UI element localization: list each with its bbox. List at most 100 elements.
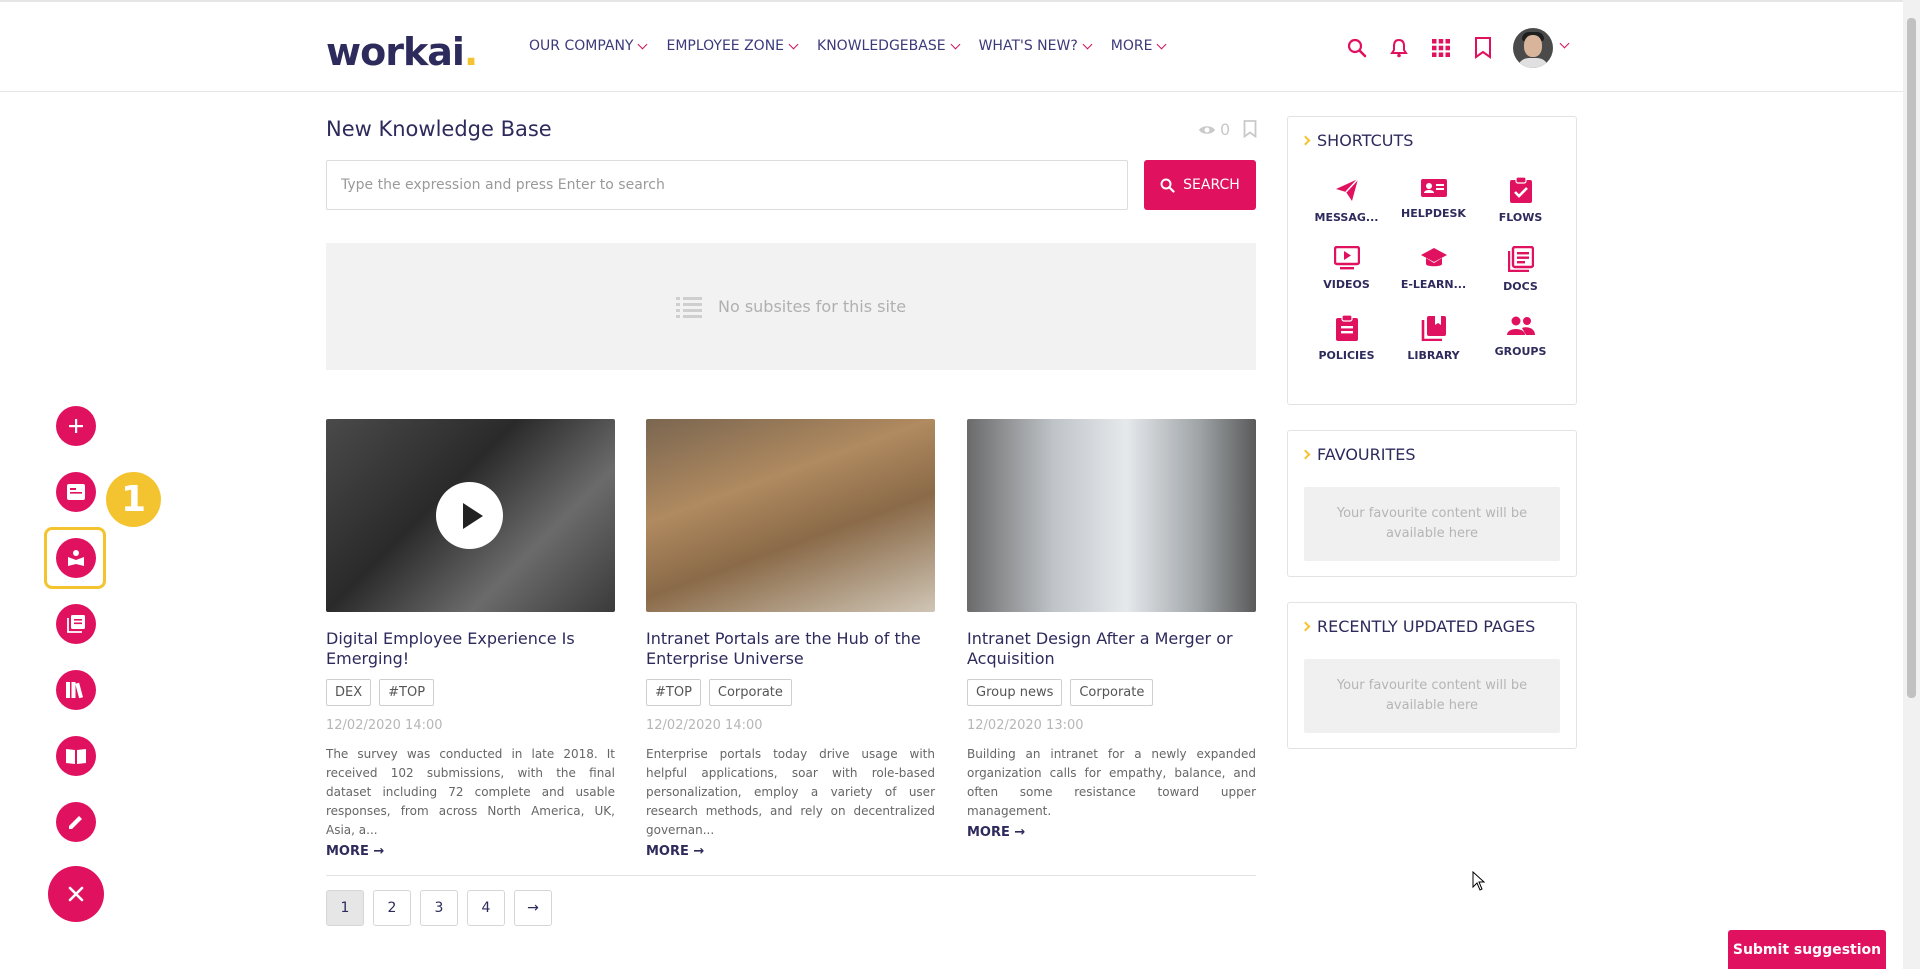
nav-employee-zone[interactable]: EMPLOYEE ZONE (666, 38, 799, 54)
chevron-right-icon (1300, 449, 1311, 460)
scroll-thumb[interactable] (1907, 18, 1916, 698)
search-icon[interactable] (1345, 36, 1369, 60)
edit-button[interactable] (56, 802, 96, 842)
chevron-down-icon (1157, 39, 1167, 49)
article-title[interactable]: Intranet Design After a Merger or Acquis… (967, 629, 1256, 669)
workai-logo[interactable]: workai. (326, 30, 478, 74)
panel-title: SHORTCUTS (1317, 131, 1414, 150)
article-date: 12/02/2020 13:00 (967, 718, 1084, 733)
article-image[interactable] (646, 419, 935, 612)
book-reader-icon (68, 550, 84, 566)
article-card: Intranet Design After a Merger or Acquis… (967, 419, 1256, 840)
mouse-cursor-icon (1472, 870, 1486, 895)
avatar[interactable] (1513, 28, 1553, 68)
shortcut-library[interactable]: LIBRARY (1390, 315, 1477, 362)
library-icon (1421, 316, 1446, 341)
shortcut-docs[interactable]: DOCS (1477, 246, 1564, 293)
recent-empty-state: Your favourite content will be available… (1304, 659, 1560, 733)
submit-suggestion-button[interactable]: Submit suggestion (1728, 930, 1886, 969)
paper-plane-icon (1335, 178, 1359, 201)
add-document-button[interactable] (56, 604, 96, 644)
page-4-button[interactable]: 4 (467, 890, 505, 926)
chevron-down-icon (788, 39, 799, 49)
shortcut-policies[interactable]: POLICIES (1303, 315, 1390, 362)
tag[interactable]: Corporate (1070, 679, 1154, 706)
panel-title: FAVOURITES (1317, 445, 1416, 464)
shortcut-helpdesk[interactable]: HELPDESK (1390, 177, 1477, 224)
article-date: 12/02/2020 14:00 (326, 718, 443, 733)
nav-whats-new[interactable]: WHAT'S NEW? (979, 38, 1093, 54)
tag[interactable]: Group news (967, 679, 1063, 706)
close-menu-button[interactable] (48, 866, 104, 922)
more-link[interactable]: MORE → (646, 844, 935, 859)
shortcut-videos[interactable]: VIDEOS (1303, 246, 1390, 293)
chevron-down-icon[interactable] (1559, 38, 1570, 48)
nav-knowledgebase[interactable]: KNOWLEDGEBASE (817, 38, 961, 54)
open-book-icon (66, 749, 86, 764)
video-icon (1333, 246, 1360, 270)
close-icon (68, 886, 84, 902)
panel-title: RECENTLY UPDATED PAGES (1317, 617, 1536, 636)
chevron-right-icon (1300, 621, 1311, 632)
tag[interactable]: DEX (326, 679, 372, 706)
search-icon (1160, 178, 1175, 193)
tag[interactable]: #TOP (646, 679, 701, 706)
newspaper-icon (67, 484, 85, 500)
more-link[interactable]: MORE → (326, 844, 615, 859)
bookmark-page-icon[interactable] (1243, 120, 1257, 142)
play-icon[interactable] (436, 482, 503, 549)
eye-icon (1199, 125, 1215, 134)
main-nav: OUR COMPANY EMPLOYEE ZONE KNOWLEDGEBASE … (529, 38, 1167, 54)
next-page-button[interactable]: → (514, 890, 552, 926)
groups-icon (1506, 316, 1535, 335)
page-2-button[interactable]: 2 (373, 890, 411, 926)
article-excerpt: Enterprise portals today drive usage wit… (646, 747, 935, 837)
shortcuts-panel: SHORTCUTS MESSAG... HELPDESK FLOWS VIDEO… (1287, 116, 1577, 405)
tag[interactable]: #TOP (379, 679, 435, 706)
step-badge: 1 (106, 472, 161, 527)
search-input[interactable] (326, 160, 1128, 210)
bell-icon[interactable] (1387, 36, 1411, 60)
add-book-button[interactable] (56, 736, 96, 776)
nav-our-company[interactable]: OUR COMPANY (529, 38, 648, 54)
subsites-empty-state: No subsites for this site (326, 243, 1256, 370)
bookmark-icon[interactable] (1471, 36, 1495, 60)
page-1-button[interactable]: 1 (326, 890, 364, 926)
shortcut-elearning[interactable]: E-LEARN... (1390, 246, 1477, 293)
header: workai. OUR COMPANY EMPLOYEE ZONE KNOWLE… (0, 2, 1903, 92)
favourites-empty-state: Your favourite content will be available… (1304, 487, 1560, 561)
chevron-down-icon (1082, 39, 1093, 49)
add-knowledge-page-button[interactable] (56, 538, 96, 578)
documents-icon (67, 615, 85, 633)
pencil-icon (69, 816, 82, 829)
chevron-down-icon (638, 39, 648, 49)
add-news-button[interactable] (56, 472, 96, 512)
pagination: 1 2 3 4 → (326, 890, 552, 926)
page-title: New Knowledge Base (326, 117, 552, 141)
apps-grid-icon[interactable] (1429, 36, 1453, 60)
shortcut-groups[interactable]: GROUPS (1477, 315, 1564, 362)
clipboard-list-icon (1335, 315, 1358, 341)
more-link[interactable]: MORE → (967, 825, 1256, 840)
article-image[interactable] (326, 419, 615, 612)
article-title[interactable]: Digital Employee Experience Is Emerging! (326, 629, 615, 669)
scrollbar[interactable] (1903, 0, 1920, 969)
tag[interactable]: Corporate (708, 679, 792, 706)
article-excerpt: The survey was conducted in late 2018. I… (326, 747, 615, 837)
chevron-right-icon (1300, 135, 1311, 146)
shortcut-flows[interactable]: FLOWS (1477, 177, 1564, 224)
add-library-button[interactable] (56, 670, 96, 710)
documents-icon (1507, 246, 1534, 272)
article-title[interactable]: Intranet Portals are the Hub of the Ente… (646, 629, 935, 669)
add-button[interactable] (56, 406, 96, 446)
page-3-button[interactable]: 3 (420, 890, 458, 926)
divider (326, 875, 1256, 876)
recently-updated-panel: RECENTLY UPDATED PAGES Your favourite co… (1287, 602, 1577, 749)
article-image[interactable] (967, 419, 1256, 612)
views-counter: 0 (1198, 120, 1230, 139)
nav-more[interactable]: MORE (1111, 38, 1167, 54)
search-button[interactable]: SEARCH (1144, 160, 1256, 210)
list-icon (675, 296, 702, 318)
shortcut-messages[interactable]: MESSAG... (1303, 177, 1390, 224)
article-excerpt: Building an intranet for a newly expande… (967, 747, 1256, 818)
